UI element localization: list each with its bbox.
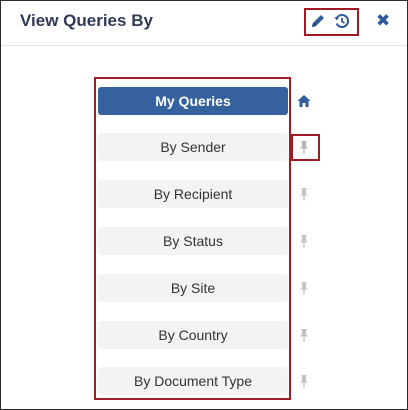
pin-icon[interactable]: [297, 374, 311, 388]
query-option-by-document-type[interactable]: By Document Type: [98, 367, 288, 395]
dialog-title: View Queries By: [20, 11, 153, 30]
query-option-by-recipient[interactable]: By Recipient: [98, 180, 288, 208]
query-option-by-country[interactable]: By Country: [98, 321, 288, 349]
query-option-by-site[interactable]: By Site: [98, 274, 288, 302]
pin-highlight: [291, 134, 320, 161]
pencil-icon[interactable]: [310, 13, 326, 29]
query-option-by-status[interactable]: By Status: [98, 227, 288, 255]
query-option-by-sender[interactable]: By Sender: [98, 133, 288, 161]
pin-icon[interactable]: [297, 187, 311, 201]
home-icon[interactable]: [297, 94, 311, 108]
dialog-header: View Queries By ✖: [1, 1, 407, 46]
pin-icon[interactable]: [297, 281, 311, 295]
pin-icon[interactable]: [297, 234, 311, 248]
view-queries-dialog: View Queries By ✖ My Queries By Sender By …: [0, 0, 408, 410]
close-icon[interactable]: ✖: [376, 12, 390, 30]
history-icon[interactable]: [334, 13, 350, 29]
query-option-my-queries[interactable]: My Queries: [98, 87, 288, 115]
pin-icon[interactable]: [297, 328, 311, 342]
